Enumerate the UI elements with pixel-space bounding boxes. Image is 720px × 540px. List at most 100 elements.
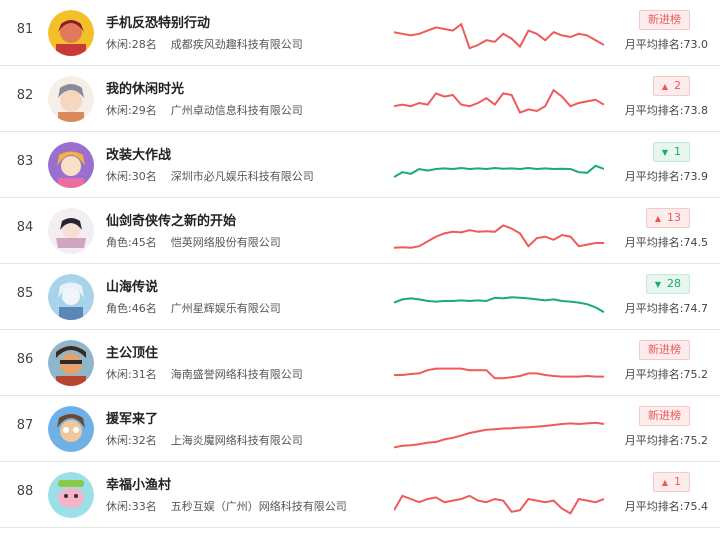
rank-trend-chart xyxy=(394,494,604,515)
game-title[interactable]: 我的休闲时光 xyxy=(106,78,184,97)
monthly-avg-rank: 月平均排名:73.9 xyxy=(624,170,708,183)
trend-line xyxy=(394,224,604,249)
rank-number: 84 xyxy=(16,220,34,235)
game-meta: 休闲:30名 深圳市必凡娱乐科技有限公司 xyxy=(106,168,314,184)
trend-line xyxy=(394,367,604,380)
company-name[interactable]: 五秒互娱（广州）网络科技有限公司 xyxy=(171,500,347,513)
arrow-up-icon: ▲ xyxy=(661,478,668,487)
monthly-avg-rank: 月平均排名:74.5 xyxy=(624,236,708,249)
category-rank: 角色:45名 xyxy=(106,236,157,249)
monthly-avg-rank: 月平均排名:75.4 xyxy=(624,500,708,513)
category-rank: 休闲:32名 xyxy=(106,434,157,447)
game-meta: 休闲:31名 海南盛誉网络科技有限公司 xyxy=(106,366,303,382)
game-avatar-icon[interactable] xyxy=(48,208,94,254)
rank-change-badge: ▲ 1 xyxy=(652,472,690,492)
rank-change-badge: 新进榜 xyxy=(639,340,690,360)
game-title[interactable]: 幸福小渔村 xyxy=(106,474,171,493)
game-meta: 休闲:33名 五秒互娱（广州）网络科技有限公司 xyxy=(106,498,347,514)
company-name[interactable]: 广州星辉娱乐有限公司 xyxy=(171,302,281,315)
monthly-avg-rank: 月平均排名:75.2 xyxy=(624,434,708,447)
rank-change-text: 新进榜 xyxy=(648,409,681,422)
category-rank: 休闲:33名 xyxy=(106,500,157,513)
rank-change-badge: ▲ 2 xyxy=(652,76,690,96)
table-row[interactable]: 87 援军来了 休闲:32名 上海炎魔网络科技有限公司 新进榜 月平均排名:75.… xyxy=(0,396,720,462)
rank-change-badge: 新进榜 xyxy=(639,10,690,30)
table-row[interactable]: 84 仙剑奇侠传之新的开始 角色:45名 恺英网络股份有限公司 ▲ 13 月平均排名… xyxy=(0,198,720,264)
monthly-avg-rank: 月平均排名:73.0 xyxy=(624,38,708,51)
game-title[interactable]: 改装大作战 xyxy=(106,144,171,163)
rank-change-badge: 新进榜 xyxy=(639,406,690,426)
rank-trend-chart xyxy=(394,88,604,114)
rank-change-text: 新进榜 xyxy=(648,343,681,356)
trend-line xyxy=(394,296,604,314)
game-meta: 休闲:32名 上海炎魔网络科技有限公司 xyxy=(106,432,303,448)
table-row[interactable]: 85 山海传说 角色:46名 广州星辉娱乐有限公司 ▼ 28 月平均排名:74.7 xyxy=(0,264,720,330)
rank-number: 87 xyxy=(16,418,34,433)
category-rank: 休闲:31名 xyxy=(106,368,157,381)
rank-trend-chart xyxy=(394,224,604,249)
category-rank: 休闲:28名 xyxy=(106,38,157,51)
rank-number: 86 xyxy=(16,352,34,367)
arrow-up-icon: ▲ xyxy=(661,82,668,91)
game-title[interactable]: 手机反恐特别行动 xyxy=(106,12,210,31)
trend-line xyxy=(394,22,604,50)
table-row[interactable]: 81 手机反恐特别行动 休闲:28名 成都疾风劲趣科技有限公司 新进榜 月平均排名… xyxy=(0,0,720,66)
trend-line xyxy=(394,164,604,178)
game-avatar-icon[interactable] xyxy=(48,142,94,188)
rank-change-text: 2 xyxy=(674,79,681,92)
rank-number: 85 xyxy=(16,286,34,301)
game-title[interactable]: 仙剑奇侠传之新的开始 xyxy=(106,210,236,229)
trend-line xyxy=(394,421,604,449)
table-row[interactable]: 82 我的休闲时光 休闲:29名 广州卓动信息科技有限公司 ▲ 2 月平均排名:73… xyxy=(0,66,720,132)
category-rank: 休闲:30名 xyxy=(106,170,157,183)
game-avatar-icon[interactable] xyxy=(48,406,94,452)
company-name[interactable]: 深圳市必凡娱乐科技有限公司 xyxy=(171,170,314,183)
arrow-down-icon: ▼ xyxy=(661,148,668,157)
rank-change-badge: ▼ 1 xyxy=(652,142,690,162)
rank-number: 88 xyxy=(16,484,34,499)
rank-number: 82 xyxy=(16,88,34,103)
game-avatar-icon[interactable] xyxy=(48,274,94,320)
game-avatar-icon[interactable] xyxy=(48,76,94,122)
rank-trend-chart xyxy=(394,421,604,449)
monthly-avg-rank: 月平均排名:74.7 xyxy=(624,302,708,315)
trend-line xyxy=(394,494,604,515)
rank-number: 83 xyxy=(16,154,34,169)
rank-trend-chart xyxy=(394,22,604,50)
arrow-up-icon: ▲ xyxy=(654,214,661,223)
category-rank: 角色:46名 xyxy=(106,302,157,315)
game-title[interactable]: 山海传说 xyxy=(106,276,158,295)
company-name[interactable]: 海南盛誉网络科技有限公司 xyxy=(171,368,303,381)
company-name[interactable]: 广州卓动信息科技有限公司 xyxy=(171,104,303,117)
rank-trend-chart xyxy=(394,296,604,314)
rank-trend-chart xyxy=(394,164,604,178)
game-title[interactable]: 援军来了 xyxy=(106,408,158,427)
rank-change-text: 28 xyxy=(667,277,681,290)
company-name[interactable]: 恺英网络股份有限公司 xyxy=(171,236,281,249)
arrow-down-icon: ▼ xyxy=(654,280,661,289)
table-row[interactable]: 83 改装大作战 休闲:30名 深圳市必凡娱乐科技有限公司 ▼ 1 月平均排名:73… xyxy=(0,132,720,198)
game-meta: 角色:45名 恺英网络股份有限公司 xyxy=(106,234,281,250)
game-meta: 休闲:28名 成都疾风劲趣科技有限公司 xyxy=(106,36,303,52)
game-avatar-icon[interactable] xyxy=(48,10,94,56)
trend-line xyxy=(394,88,604,114)
monthly-avg-rank: 月平均排名:73.8 xyxy=(624,104,708,117)
rank-change-text: 1 xyxy=(674,145,681,158)
rank-number: 81 xyxy=(16,22,34,37)
game-title[interactable]: 主公顶住 xyxy=(106,342,158,361)
rank-change-badge: ▲ 13 xyxy=(645,208,690,228)
company-name[interactable]: 上海炎魔网络科技有限公司 xyxy=(171,434,303,447)
company-name[interactable]: 成都疾风劲趣科技有限公司 xyxy=(171,38,303,51)
game-avatar-icon[interactable] xyxy=(48,340,94,386)
game-meta: 角色:46名 广州星辉娱乐有限公司 xyxy=(106,300,281,316)
game-avatar-icon[interactable] xyxy=(48,472,94,518)
category-rank: 休闲:29名 xyxy=(106,104,157,117)
ranking-list: 81 手机反恐特别行动 休闲:28名 成都疾风劲趣科技有限公司 新进榜 月平均排名… xyxy=(0,0,720,540)
monthly-avg-rank: 月平均排名:75.2 xyxy=(624,368,708,381)
table-row[interactable]: 88 幸福小渔村 休闲:33名 五秒互娱（广州）网络科技有限公司 ▲ 1 月平均排名… xyxy=(0,462,720,528)
rank-trend-chart xyxy=(394,367,604,380)
table-row[interactable]: 86 主公顶住 休闲:31名 海南盛誉网络科技有限公司 新进榜 月平均排名:75.… xyxy=(0,330,720,396)
rank-change-text: 新进榜 xyxy=(648,13,681,26)
rank-change-text: 13 xyxy=(667,211,681,224)
game-meta: 休闲:29名 广州卓动信息科技有限公司 xyxy=(106,102,303,118)
